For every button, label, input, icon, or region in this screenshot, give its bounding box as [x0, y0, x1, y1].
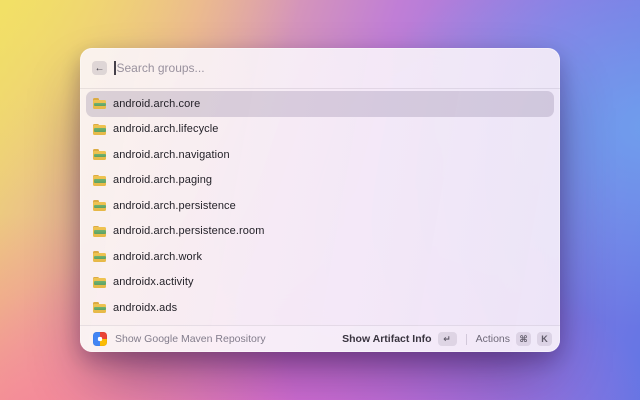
- folder-icon: [93, 251, 106, 263]
- google-maven-extension-icon: [93, 332, 107, 346]
- list-item-label: android.arch.lifecycle: [113, 123, 219, 136]
- footer-extension-name: Show Google Maven Repository: [115, 333, 266, 345]
- footer-divider: [465, 333, 467, 345]
- primary-action-button[interactable]: Show Artifact Info: [342, 333, 431, 345]
- folder-icon: [93, 302, 106, 314]
- list-item[interactable]: android.arch.navigation: [86, 142, 554, 168]
- group-list: android.arch.core android.arch.lifecycle a…: [80, 89, 560, 325]
- enter-key-icon: ↵: [437, 332, 457, 346]
- folder-icon: [93, 149, 106, 161]
- search-palette-window: ← android.arch.core android.arch.lifecycl…: [80, 48, 560, 352]
- list-item-label: android.arch.paging: [113, 174, 213, 187]
- command-key-icon: ⌘: [516, 332, 531, 346]
- actions-button[interactable]: Actions: [476, 333, 510, 345]
- search-input[interactable]: [115, 61, 548, 75]
- list-item-label: android.arch.core: [113, 97, 201, 110]
- search-bar: ←: [80, 48, 560, 88]
- back-arrow-icon: ←: [94, 62, 105, 74]
- folder-icon: [93, 225, 106, 237]
- footer-left: Show Google Maven Repository: [93, 332, 266, 346]
- list-item-label: android.arch.navigation: [113, 148, 230, 161]
- list-item[interactable]: android.arch.paging: [86, 168, 554, 194]
- list-item[interactable]: android.arch.work: [86, 244, 554, 270]
- k-key-icon: K: [537, 332, 552, 346]
- list-item[interactable]: androidx.activity: [86, 270, 554, 296]
- list-item[interactable]: android.arch.persistence.room: [86, 219, 554, 245]
- list-item[interactable]: android.arch.persistence: [86, 193, 554, 219]
- folder-icon: [93, 98, 106, 110]
- footer-bar: Show Google Maven Repository Show Artifa…: [80, 325, 560, 352]
- list-item[interactable]: androidx.ads: [86, 295, 554, 321]
- list-item[interactable]: android.arch.lifecycle: [86, 117, 554, 143]
- folder-icon: [93, 174, 106, 186]
- back-button[interactable]: ←: [92, 61, 107, 75]
- footer-right: Show Artifact Info ↵ Actions ⌘ K: [342, 332, 552, 346]
- folder-icon: [93, 123, 106, 135]
- list-item-label: androidx.ads: [113, 301, 178, 314]
- folder-icon: [93, 200, 106, 212]
- list-item-label: android.arch.persistence: [113, 199, 236, 212]
- folder-icon: [93, 276, 106, 288]
- list-item[interactable]: android.arch.core: [86, 91, 554, 117]
- list-item-label: android.arch.persistence.room: [113, 225, 265, 238]
- list-item-label: android.arch.work: [113, 250, 203, 263]
- list-item-label: androidx.activity: [113, 276, 194, 289]
